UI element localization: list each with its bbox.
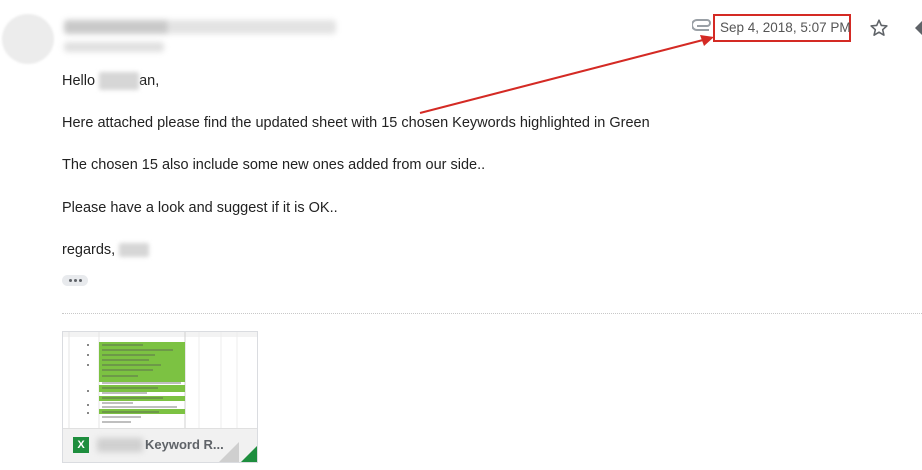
sender-avatar[interactable] <box>2 14 54 64</box>
greeting-prefix: Hello <box>62 72 100 89</box>
attachment-clip-icon <box>692 19 711 31</box>
reply-icon[interactable] <box>910 17 922 39</box>
attachment-name-redacted <box>97 438 143 452</box>
body-line-3: Please have a look and suggest if it is … <box>62 200 338 216</box>
greeting-line: Hello an, <box>62 72 159 90</box>
star-icon[interactable] <box>868 17 890 39</box>
attachment-card[interactable]: X Keyword R... <box>62 331 258 463</box>
attachment-file-name: Keyword R... <box>145 437 224 452</box>
body-line-2: The chosen 15 also include some new ones… <box>62 157 486 173</box>
signoff-line: regards, <box>62 242 150 258</box>
recipient-line-redacted[interactable] <box>64 42 164 52</box>
body-line-1: Here attached please find the updated sh… <box>62 115 650 131</box>
message-date[interactable]: Sep 4, 2018, 5:07 PM <box>720 20 851 35</box>
sender-name-redacted[interactable] <box>64 20 336 34</box>
show-trimmed-content-button[interactable] <box>62 275 88 286</box>
excel-file-icon: X <box>73 437 89 453</box>
ellipsis-dot <box>73 279 77 282</box>
signer-name-redacted <box>119 243 150 258</box>
sheets-corner-icon <box>219 442 257 462</box>
ellipsis-dot <box>68 279 72 282</box>
greeting-suffix: an, <box>139 72 160 89</box>
divider <box>62 313 922 314</box>
signoff-text: regards, <box>62 242 120 258</box>
spreadsheet-thumbnail <box>63 332 257 428</box>
ellipsis-dot <box>78 279 82 282</box>
recipient-name-redacted <box>99 72 140 90</box>
